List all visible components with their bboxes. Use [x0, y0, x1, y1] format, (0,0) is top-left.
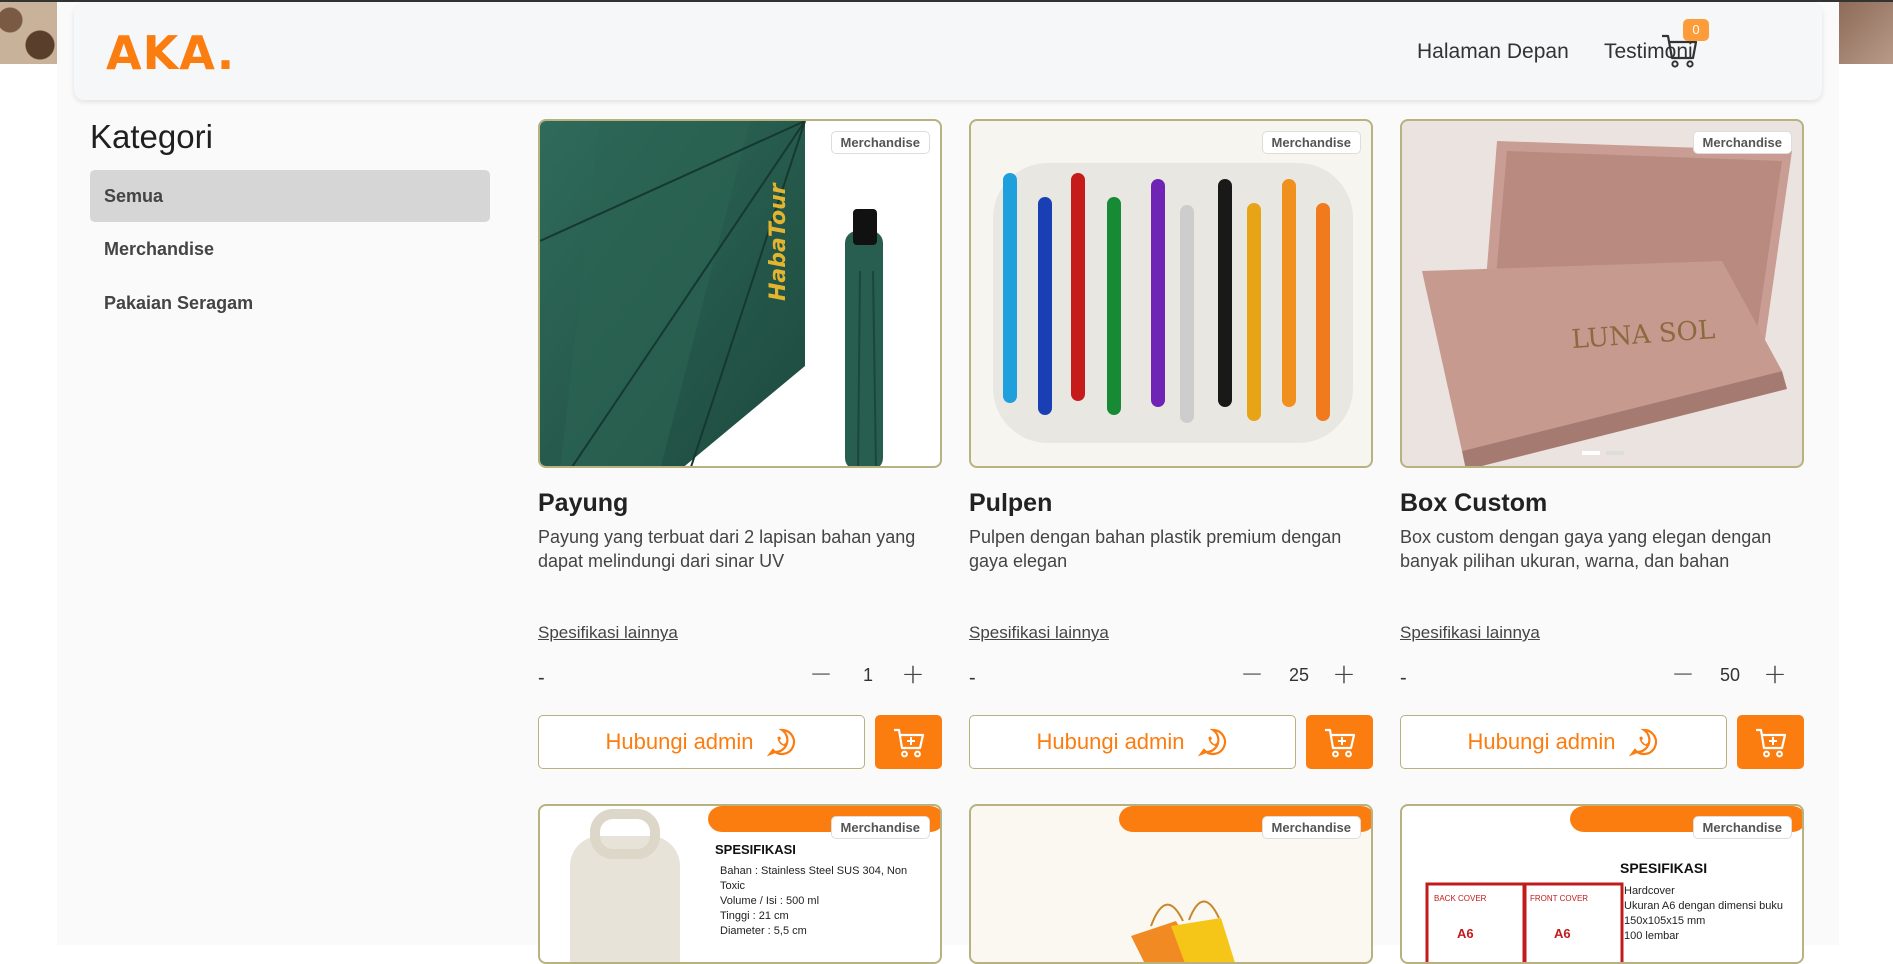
- add-to-cart-icon: [1324, 728, 1355, 758]
- spec-item: Bahan : Stainless Steel SUS 304, Non Tox…: [720, 865, 908, 892]
- category-semua[interactable]: Semua: [90, 170, 490, 222]
- quantity-increase-button[interactable]: +: [898, 660, 928, 690]
- cover-size: A6: [1457, 926, 1474, 941]
- category-heading: Kategori: [90, 118, 213, 155]
- quantity-decrease-button[interactable]: −: [1237, 660, 1267, 690]
- add-to-cart-button[interactable]: [875, 715, 942, 769]
- quantity-value[interactable]: 25: [1269, 665, 1329, 686]
- contact-admin-button[interactable]: Hubungi admin: [538, 715, 865, 769]
- umbrella-image: HabaTour: [540, 121, 883, 466]
- product-title: Pulpen: [969, 489, 1053, 517]
- category-merchandise[interactable]: Merchandise: [90, 223, 490, 275]
- quantity-value[interactable]: 50: [1700, 665, 1760, 686]
- product-description: Payung yang terbuat dari 2 lapisan bahan…: [538, 527, 916, 571]
- spec-heading: SPESIFIKASI: [1620, 860, 1708, 876]
- product-title: Box Custom: [1400, 489, 1548, 517]
- product-image-row2-1[interactable]: Merchandise SPESIFIKASI Bahan : Stainles…: [538, 804, 942, 964]
- whatsapp-icon: [767, 728, 796, 757]
- spec-item: Hardcover: [1624, 885, 1675, 897]
- product-image-pulpen[interactable]: Merchandise: [969, 119, 1373, 468]
- spec-item: Tinggi : 21 cm: [720, 910, 789, 922]
- product-badge: Merchandise: [1261, 816, 1361, 839]
- add-to-cart-icon: [1755, 728, 1786, 758]
- spec-heading: SPESIFIKASI: [715, 842, 796, 857]
- cover-size: A6: [1554, 926, 1571, 941]
- spec-link[interactable]: Spesifikasi lainnya: [1400, 623, 1540, 643]
- pens-image: [993, 163, 1353, 443]
- quantity-decrease-button[interactable]: −: [1668, 660, 1698, 690]
- product-description: Box custom dengan gaya yang elegan denga…: [1400, 527, 1772, 571]
- top-border: [0, 0, 1893, 2]
- add-to-cart-icon: [893, 728, 924, 758]
- variant-placeholder: -: [969, 667, 976, 689]
- spec-item: Volume / Isi : 500 ml: [720, 895, 820, 907]
- product-badge: Merchandise: [1692, 816, 1792, 839]
- spec-link[interactable]: Spesifikasi lainnya: [538, 623, 678, 643]
- product-image-box-custom[interactable]: LUNA SOL Merchandise: [1400, 119, 1804, 468]
- umbrella-brand-text: HabaTour: [766, 182, 791, 301]
- cart-count-badge: 0: [1683, 19, 1709, 41]
- navbar: AKA. Halaman Depan Testimoni: [74, 4, 1822, 100]
- whatsapp-icon: [1198, 728, 1227, 757]
- background-image-right: [1838, 0, 1893, 64]
- nav-link-halaman-depan[interactable]: Halaman Depan: [1417, 40, 1569, 64]
- add-to-cart-button[interactable]: [1306, 715, 1373, 769]
- product-badge: Merchandise: [1692, 131, 1792, 154]
- variant-placeholder: -: [538, 667, 545, 689]
- category-pakaian-seragam[interactable]: Pakaian Seragam: [90, 277, 490, 329]
- quantity-decrease-button[interactable]: −: [806, 660, 836, 690]
- quantity-increase-button[interactable]: +: [1329, 660, 1359, 690]
- product-badge: Merchandise: [1261, 131, 1361, 154]
- spec-item: Ukuran A6 dengan dimensi buku 150x105x15…: [1624, 900, 1783, 927]
- product-image-payung[interactable]: HabaTour Merchandise: [538, 119, 942, 468]
- whatsapp-icon: [1629, 728, 1658, 757]
- product-badge: Merchandise: [830, 816, 930, 839]
- spec-item: 100 lembar: [1624, 930, 1680, 942]
- add-to-cart-button[interactable]: [1737, 715, 1804, 769]
- product-badge: Merchandise: [830, 131, 930, 154]
- variant-placeholder: -: [1400, 667, 1407, 689]
- spec-list: Hardcover Ukuran A6 dengan dimensi buku …: [1624, 884, 1796, 944]
- product-title: Payung: [538, 489, 629, 517]
- cover-label: FRONT COVER: [1530, 894, 1589, 903]
- product-image-row2-2[interactable]: Merchandise: [969, 804, 1373, 964]
- spec-list: Bahan : Stainless Steel SUS 304, Non Tox…: [720, 864, 930, 939]
- spec-link[interactable]: Spesifikasi lainnya: [969, 623, 1109, 643]
- contact-admin-button[interactable]: Hubungi admin: [1400, 715, 1727, 769]
- contact-admin-button[interactable]: Hubungi admin: [969, 715, 1296, 769]
- product-image-row2-3[interactable]: Merchandise BACK COVER FRONT COVER A6 A6…: [1400, 804, 1804, 964]
- spec-item: Diameter : 5,5 cm: [720, 925, 807, 937]
- product-description: Pulpen dengan bahan plastik premium deng…: [969, 527, 1342, 571]
- logo[interactable]: AKA.: [106, 26, 235, 80]
- contact-admin-label: Hubungi admin: [605, 729, 754, 754]
- cover-label: BACK COVER: [1434, 894, 1487, 903]
- contact-admin-label: Hubungi admin: [1036, 729, 1185, 754]
- quantity-increase-button[interactable]: +: [1760, 660, 1790, 690]
- quantity-value[interactable]: 1: [838, 665, 898, 686]
- box-image: LUNA SOL: [1422, 141, 1792, 466]
- background-image-left: [0, 0, 60, 64]
- contact-admin-label: Hubungi admin: [1467, 729, 1616, 754]
